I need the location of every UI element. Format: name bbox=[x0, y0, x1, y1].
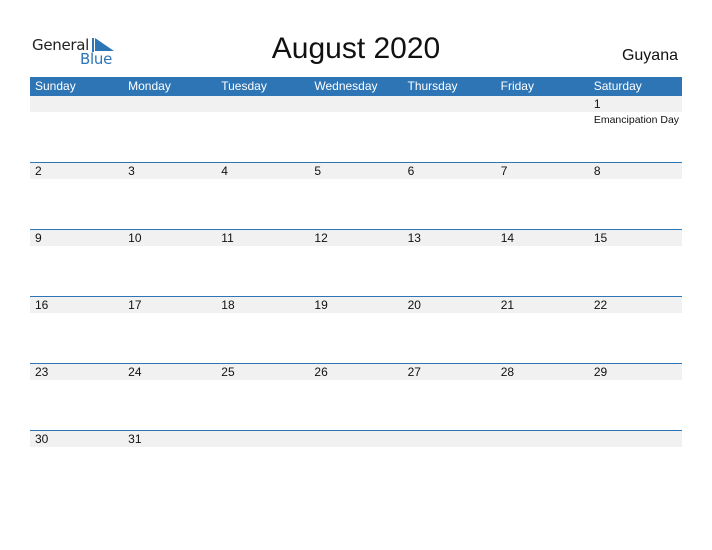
day-number: 17 bbox=[128, 298, 142, 312]
day-cell: 24 bbox=[123, 364, 216, 431]
day-cell bbox=[216, 96, 309, 163]
day-cell: 10 bbox=[123, 230, 216, 297]
day-number: 2 bbox=[35, 164, 42, 178]
day-cell: 17 bbox=[123, 297, 216, 364]
day-cell: 30 bbox=[30, 431, 123, 498]
day-cell: 4 bbox=[216, 163, 309, 230]
day-number: 5 bbox=[314, 164, 322, 178]
day-cell bbox=[496, 96, 589, 163]
day-number: 18 bbox=[221, 298, 235, 312]
day-number: 11 bbox=[221, 231, 234, 245]
day-number: 8 bbox=[593, 164, 601, 178]
day-cell bbox=[589, 431, 682, 498]
day-cell bbox=[123, 96, 216, 163]
week-row: 16 17 18 19 20 21 22 bbox=[30, 296, 682, 364]
day-cell: 22 bbox=[589, 297, 682, 364]
day-cell: 19 bbox=[309, 297, 402, 364]
weekday-monday: Monday bbox=[128, 79, 171, 93]
weekday-header: Sunday Monday Tuesday Wednesday Thursday… bbox=[30, 77, 682, 96]
day-cell: 27 bbox=[403, 364, 496, 431]
day-number: 20 bbox=[407, 298, 421, 312]
week-row: 2 3 4 5 6 7 8 bbox=[30, 162, 682, 230]
day-cell: 20 bbox=[403, 297, 496, 364]
day-cell: 28 bbox=[496, 364, 589, 431]
day-number: 29 bbox=[593, 365, 608, 379]
day-number: 30 bbox=[35, 432, 49, 446]
day-number: 22 bbox=[593, 298, 608, 312]
day-cell bbox=[496, 431, 589, 498]
day-number: 31 bbox=[128, 432, 142, 446]
day-cell: 25 bbox=[216, 364, 309, 431]
day-number: 6 bbox=[407, 164, 415, 178]
day-cell bbox=[309, 96, 402, 163]
day-number: 7 bbox=[500, 164, 508, 178]
weekday-friday: Friday bbox=[500, 79, 534, 93]
day-cell: 11 bbox=[216, 230, 309, 297]
holiday-label: Emancipation Day bbox=[593, 114, 680, 126]
day-cell: 1 Emancipation Day bbox=[589, 96, 682, 163]
week-row: 30 31 bbox=[30, 430, 682, 498]
day-number: 13 bbox=[407, 231, 421, 245]
week-row: 23 24 25 26 27 28 29 bbox=[30, 363, 682, 431]
weekday-saturday: Saturday bbox=[593, 79, 642, 93]
day-cell bbox=[309, 431, 402, 498]
day-cell: 5 bbox=[309, 163, 402, 230]
day-cell: 7 bbox=[496, 163, 589, 230]
day-cell: 18 bbox=[216, 297, 309, 364]
day-cell: 26 bbox=[309, 364, 402, 431]
day-cell: 12 bbox=[309, 230, 402, 297]
day-cell bbox=[216, 431, 309, 498]
day-cell bbox=[403, 96, 496, 163]
day-cell: 21 bbox=[496, 297, 589, 364]
day-number: 12 bbox=[314, 231, 328, 245]
day-cell: 23 bbox=[30, 364, 123, 431]
day-number: 23 bbox=[35, 365, 49, 379]
day-cell bbox=[30, 96, 123, 163]
day-number: 28 bbox=[500, 365, 515, 379]
page-title: August 2020 bbox=[271, 32, 441, 65]
day-number: 19 bbox=[314, 298, 328, 312]
day-cell: 14 bbox=[496, 230, 589, 297]
day-number: 14 bbox=[500, 231, 515, 245]
week-row: 1 Emancipation Day bbox=[30, 96, 682, 163]
day-number: 3 bbox=[128, 164, 135, 178]
day-number: 16 bbox=[35, 298, 49, 312]
day-number: 9 bbox=[35, 231, 42, 245]
day-cell: 13 bbox=[403, 230, 496, 297]
weekday-tuesday: Tuesday bbox=[221, 79, 267, 93]
country-label: Guyana bbox=[621, 47, 678, 64]
day-cell: 2 bbox=[30, 163, 123, 230]
day-cell: 6 bbox=[403, 163, 496, 230]
day-cell bbox=[403, 431, 496, 498]
day-number: 1 bbox=[593, 97, 601, 111]
day-number: 27 bbox=[407, 365, 421, 379]
day-cell: 15 bbox=[589, 230, 682, 297]
day-cell: 29 bbox=[589, 364, 682, 431]
day-cell: 31 bbox=[123, 431, 216, 498]
day-number: 25 bbox=[221, 365, 235, 379]
weekday-sunday: Sunday bbox=[35, 79, 76, 93]
week-row: 9 10 11 12 13 14 15 bbox=[30, 229, 682, 297]
day-cell: 8 bbox=[589, 163, 682, 230]
day-cell: 3 bbox=[123, 163, 216, 230]
day-number: 10 bbox=[128, 231, 142, 245]
day-number: 4 bbox=[221, 164, 228, 178]
weekday-thursday: Thursday bbox=[407, 79, 458, 93]
day-number: 15 bbox=[593, 231, 608, 245]
day-number: 21 bbox=[500, 298, 515, 312]
day-cell: 16 bbox=[30, 297, 123, 364]
weekday-wednesday: Wednesday bbox=[314, 79, 378, 93]
day-number: 24 bbox=[128, 365, 142, 379]
day-number: 26 bbox=[314, 365, 328, 379]
day-cell: 9 bbox=[30, 230, 123, 297]
